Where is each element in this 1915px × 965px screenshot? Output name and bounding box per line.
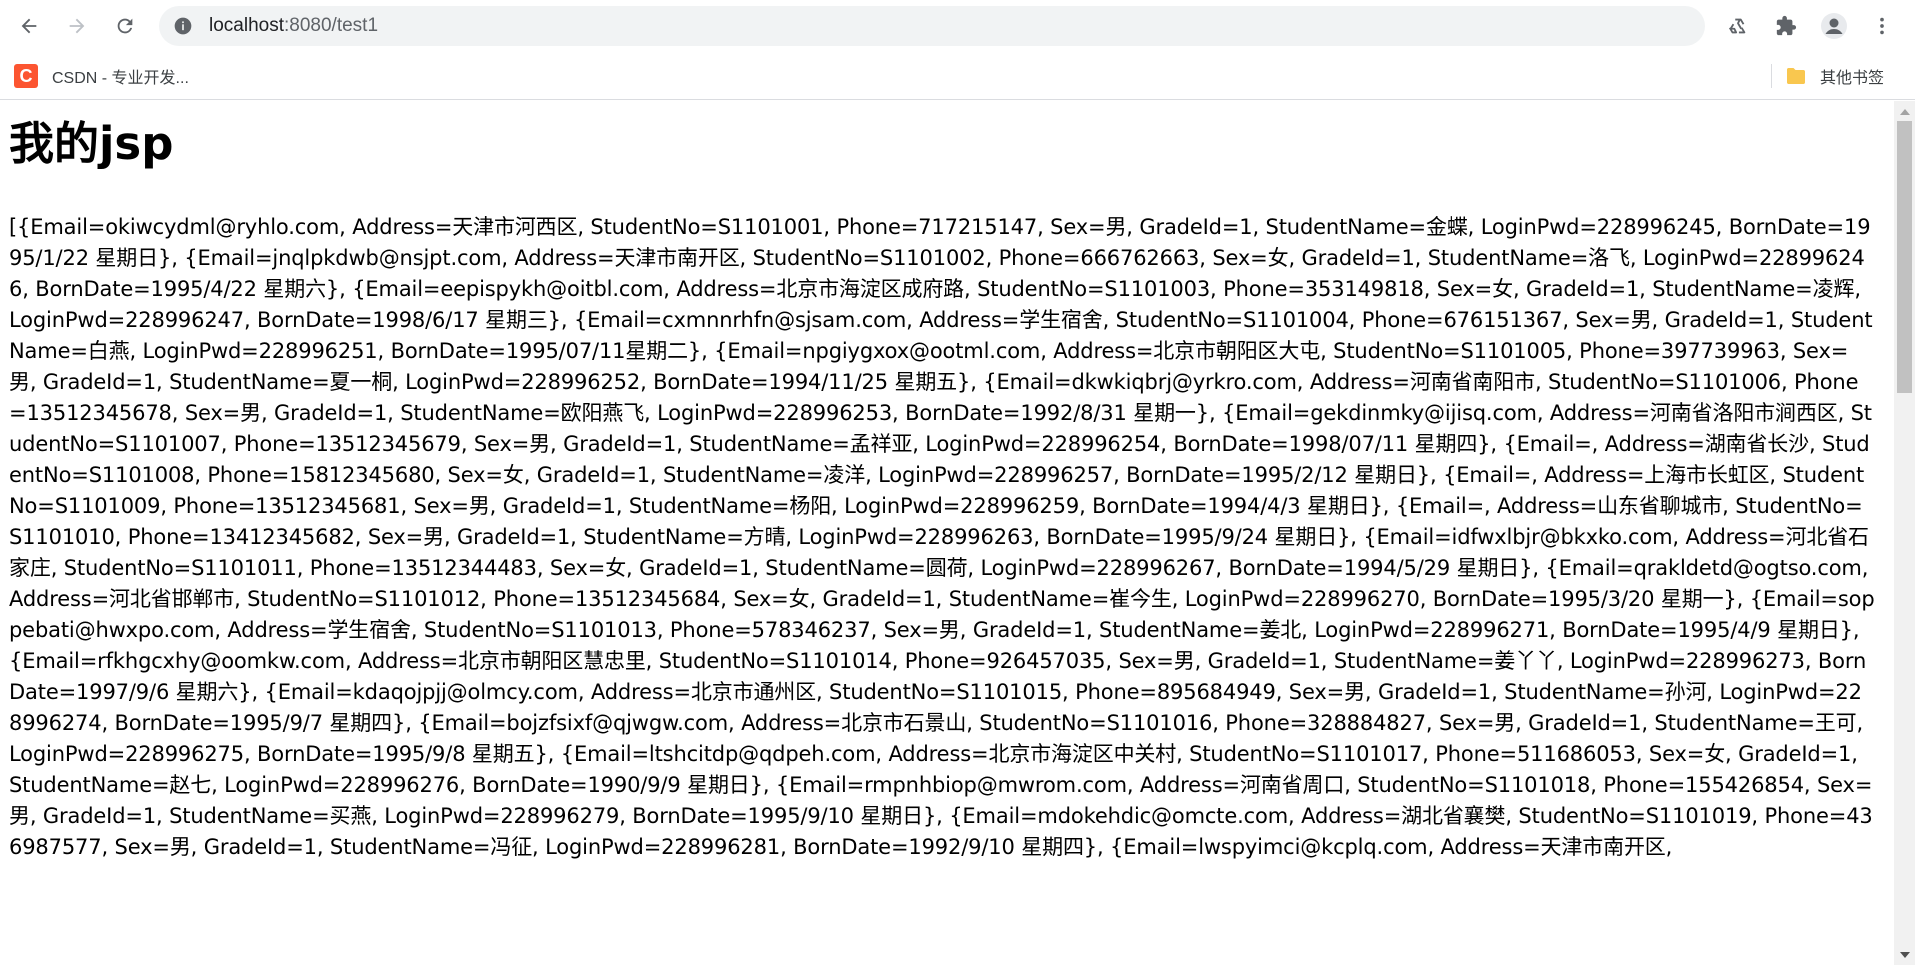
- recycle-button[interactable]: [1722, 10, 1754, 42]
- browser-toolbar: localhost:8080/test1: [0, 0, 1915, 52]
- address-bar[interactable]: localhost:8080/test1: [159, 6, 1705, 46]
- student-data-text: [{Email=okiwcydml@ryhlo.com, Address=天津市…: [9, 215, 1875, 859]
- other-bookmarks-button[interactable]: 其他书签: [1786, 62, 1884, 90]
- bookmark-csdn[interactable]: C CSDN - 专业开发...: [14, 62, 189, 90]
- profile-button[interactable]: [1818, 10, 1850, 42]
- bookmark-label: CSDN - 专业开发...: [52, 70, 189, 87]
- profile-icon: [1821, 13, 1847, 39]
- scrollbar-thumb[interactable]: [1897, 121, 1912, 393]
- url-host: localhost: [209, 15, 284, 36]
- url-path: :8080/test1: [284, 15, 379, 36]
- url-text[interactable]: localhost:8080/test1: [209, 15, 378, 37]
- reload-icon: [117, 18, 133, 34]
- scroll-down-arrow[interactable]: [1894, 946, 1915, 963]
- recycle-icon: [1728, 18, 1746, 34]
- page-title: 我的jsp: [9, 117, 174, 170]
- triangle-up-icon: [1899, 108, 1910, 115]
- vertical-scrollbar[interactable]: [1894, 101, 1915, 965]
- kebab-menu-icon: [1880, 17, 1884, 35]
- csdn-logo-icon: C: [14, 64, 38, 88]
- bookmarks-divider: [1771, 64, 1772, 88]
- site-info-icon[interactable]: [173, 16, 193, 36]
- arrow-right-icon: [69, 18, 85, 34]
- folder-icon: [1787, 68, 1805, 84]
- triangle-down-icon: [1899, 951, 1910, 958]
- back-button[interactable]: [13, 10, 45, 42]
- browser-window: localhost:8080/test1 C CSDN - 专业开发... 其他…: [0, 0, 1915, 965]
- arrow-left-icon: [21, 18, 37, 34]
- puzzle-icon: [1776, 15, 1797, 36]
- other-bookmarks-label: 其他书签: [1820, 70, 1885, 87]
- page-content: 我的jsp [{Email=okiwcydml@ryhlo.com, Addre…: [0, 101, 1894, 965]
- extensions-button[interactable]: [1770, 10, 1802, 42]
- bookmarks-bar: C CSDN - 专业开发... 其他书签: [0, 52, 1915, 100]
- forward-button[interactable]: [61, 10, 93, 42]
- reload-button[interactable]: [109, 10, 141, 42]
- scroll-up-arrow[interactable]: [1894, 103, 1915, 120]
- menu-button[interactable]: [1866, 10, 1898, 42]
